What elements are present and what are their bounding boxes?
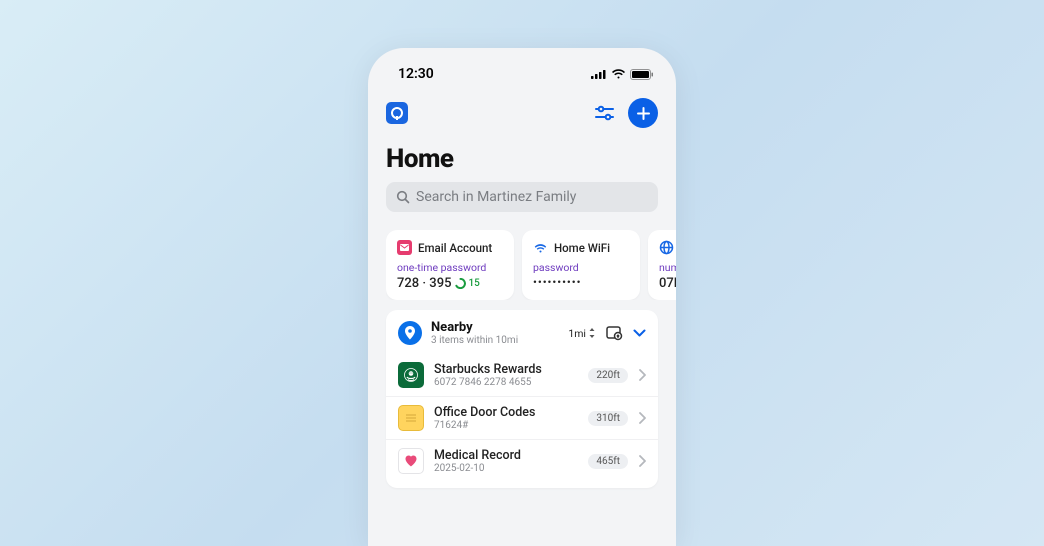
chevron-down-icon[interactable]	[633, 329, 646, 337]
card-subtitle: num	[659, 261, 676, 274]
toolbar	[368, 88, 676, 130]
otp-countdown: 15	[455, 278, 479, 289]
nearby-header: Nearby 3 items within 10mi 1mi	[386, 310, 658, 354]
status-bar: 12:30	[368, 60, 676, 88]
map-icon[interactable]	[606, 326, 623, 341]
card-title: Home WiFi	[554, 241, 610, 255]
search-icon	[396, 190, 410, 204]
note-icon	[398, 405, 424, 431]
distance-badge: 310ft	[588, 411, 628, 426]
item-subtitle: 2025-02-10	[434, 463, 578, 474]
distance-selector[interactable]: 1mi	[568, 327, 596, 340]
card-subtitle: one-time password	[397, 261, 503, 274]
medical-icon	[398, 448, 424, 474]
sort-icon	[588, 328, 596, 338]
starbucks-icon	[398, 362, 424, 388]
nearby-subtitle: 3 items within 10mi	[431, 335, 559, 346]
app-logo-icon[interactable]	[386, 102, 408, 124]
filter-icon[interactable]	[595, 105, 614, 122]
page-title: Home	[368, 130, 676, 182]
card-email-account[interactable]: Email Account one-time password 728 · 39…	[386, 230, 514, 300]
item-subtitle: 6072 7846 2278 4655	[434, 377, 578, 388]
item-title: Starbucks Rewards	[434, 362, 578, 377]
item-title: Office Door Codes	[434, 405, 578, 420]
card-value: 07H	[659, 276, 676, 291]
card-partial[interactable]: I num 07H	[648, 230, 676, 300]
nearby-section: Nearby 3 items within 10mi 1mi	[386, 310, 658, 488]
distance-badge: 220ft	[588, 368, 628, 383]
chevron-right-icon	[638, 412, 646, 424]
status-time: 12:30	[398, 66, 434, 82]
status-icons	[591, 69, 654, 80]
chevron-right-icon	[638, 369, 646, 381]
item-subtitle: 71624#	[434, 420, 578, 431]
card-value: ••••••••••	[533, 276, 629, 289]
list-item[interactable]: Medical Record 2025-02-10 465ft	[386, 439, 658, 482]
wifi-card-icon	[533, 240, 548, 255]
list-item[interactable]: Starbucks Rewards 6072 7846 2278 4655 22…	[386, 354, 658, 396]
pinned-cards-row[interactable]: Email Account one-time password 728 · 39…	[386, 230, 676, 300]
wifi-icon	[611, 69, 626, 80]
signal-icon	[591, 69, 607, 79]
card-value: 728 · 395 15	[397, 276, 503, 291]
content-area: Email Account one-time password 728 · 39…	[368, 222, 676, 488]
search-input[interactable]: Search in Martinez Family	[386, 182, 658, 212]
distance-badge: 465ft	[588, 454, 628, 469]
plus-icon	[636, 106, 651, 121]
add-button[interactable]	[628, 98, 658, 128]
card-home-wifi[interactable]: Home WiFi password ••••••••••	[522, 230, 640, 300]
nearby-title: Nearby	[431, 320, 559, 335]
search-placeholder: Search in Martinez Family	[416, 189, 576, 205]
globe-icon	[659, 240, 674, 255]
phone-frame: 12:30 Home Search in Martinez Family	[368, 48, 676, 546]
card-title: Email Account	[418, 241, 492, 255]
card-subtitle: password	[533, 261, 629, 274]
battery-icon	[630, 69, 654, 80]
location-pin-icon	[398, 321, 422, 345]
item-title: Medical Record	[434, 448, 578, 463]
chevron-right-icon	[638, 455, 646, 467]
nearby-list: Starbucks Rewards 6072 7846 2278 4655 22…	[386, 354, 658, 488]
email-icon	[397, 240, 412, 255]
list-item[interactable]: Office Door Codes 71624# 310ft	[386, 396, 658, 439]
